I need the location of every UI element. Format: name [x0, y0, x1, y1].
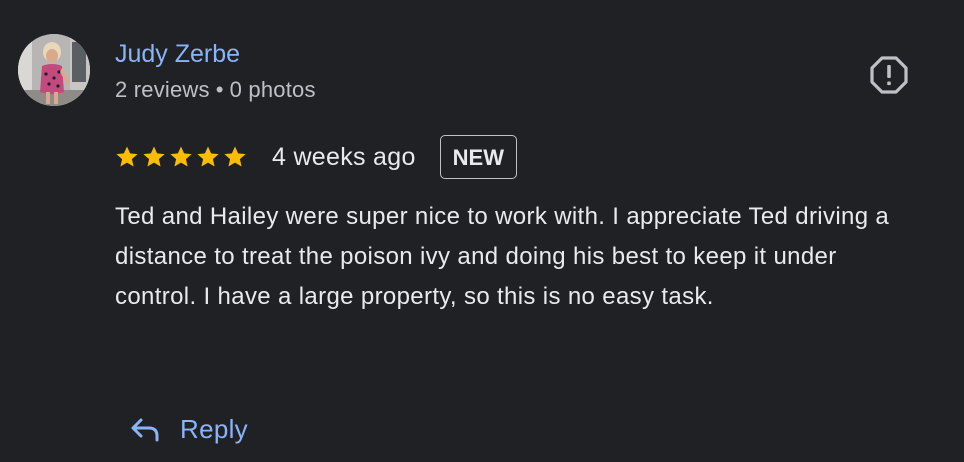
star-rating [115, 145, 247, 169]
avatar[interactable] [18, 34, 90, 106]
star-icon [170, 146, 192, 167]
star-icon [197, 146, 219, 167]
reply-arrow-icon [131, 418, 159, 442]
reply-button[interactable]: Reply [130, 406, 248, 452]
author-name[interactable]: Judy Zerbe [115, 38, 240, 70]
author-reviews-count: 2 reviews [115, 77, 210, 102]
star-icon [143, 146, 165, 167]
author-photos-count: 0 photos [229, 77, 316, 102]
reply-label: Reply [180, 413, 248, 444]
author-meta: 2 reviews • 0 photos [115, 75, 316, 105]
review-text: Ted and Hailey were super nice to work w… [115, 203, 890, 310]
review-card: Judy Zerbe 2 reviews • 0 photos 4 weeks ag… [0, 0, 964, 462]
rating-row: 4 weeks ago NEW [115, 134, 517, 180]
report-flag-icon [870, 56, 908, 94]
avatar-photo [18, 34, 90, 106]
report-review-button[interactable] [866, 52, 912, 98]
star-icon [224, 146, 246, 167]
star-icon [116, 146, 138, 167]
meta-separator: • [215, 77, 224, 102]
review-date: 4 weeks ago [272, 142, 416, 171]
new-badge: NEW [439, 135, 517, 179]
